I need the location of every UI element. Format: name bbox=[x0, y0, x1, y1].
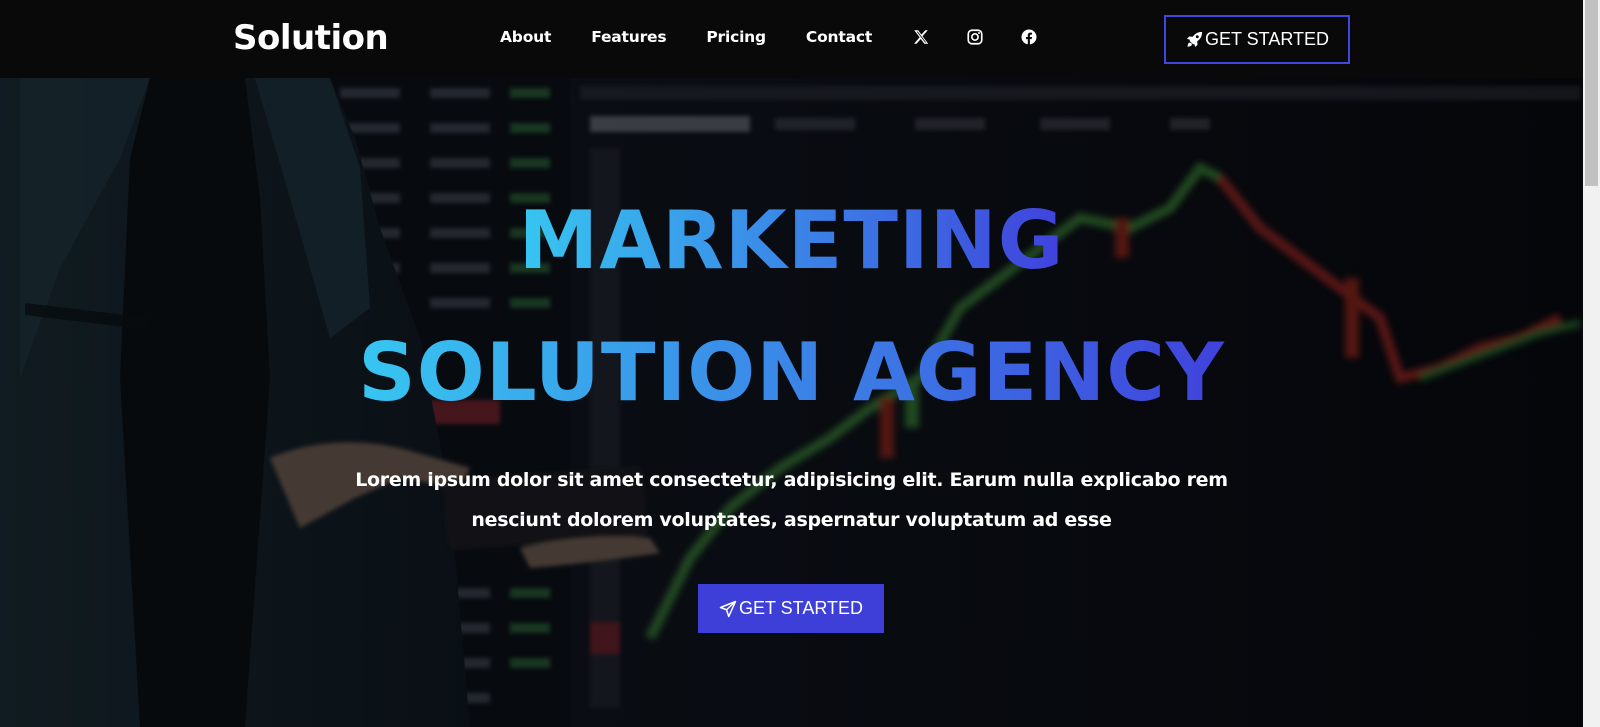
brand-logo[interactable]: Solution bbox=[233, 18, 389, 58]
instagram-icon[interactable] bbox=[966, 28, 984, 46]
hero-get-started-button[interactable]: GET STARTED bbox=[698, 584, 884, 633]
nav-link-about[interactable]: About bbox=[500, 28, 551, 46]
scrollbar-thumb[interactable] bbox=[1585, 0, 1598, 186]
nav-get-started-label: GET STARTED bbox=[1204, 29, 1330, 49]
nav-get-started-button[interactable]: GET STARTED bbox=[1164, 15, 1350, 64]
nav-link-contact[interactable]: Contact bbox=[806, 28, 872, 46]
navbar: Solution About Features Pricing Contact … bbox=[0, 0, 1583, 78]
hero-section: MARKETING SOLUTION AGENCY Lorem ipsum do… bbox=[0, 78, 1583, 727]
paper-plane-icon bbox=[719, 600, 739, 618]
hero-get-started-label: GET STARTED bbox=[738, 598, 864, 618]
hero-headline-line2: SOLUTION AGENCY bbox=[358, 326, 1225, 419]
rocket-icon bbox=[1185, 30, 1205, 49]
nav-link-features[interactable]: Features bbox=[591, 28, 666, 46]
hero-lead-text: Lorem ipsum dolor sit amet consectetur, … bbox=[355, 469, 1228, 531]
nav-links: About Features Pricing Contact bbox=[500, 28, 1074, 46]
facebook-icon[interactable] bbox=[1020, 28, 1038, 46]
hero-headline-line1: MARKETING bbox=[518, 194, 1065, 287]
x-twitter-icon[interactable] bbox=[912, 28, 930, 46]
page-scrollbar[interactable] bbox=[1583, 0, 1600, 727]
nav-link-pricing[interactable]: Pricing bbox=[706, 28, 766, 46]
